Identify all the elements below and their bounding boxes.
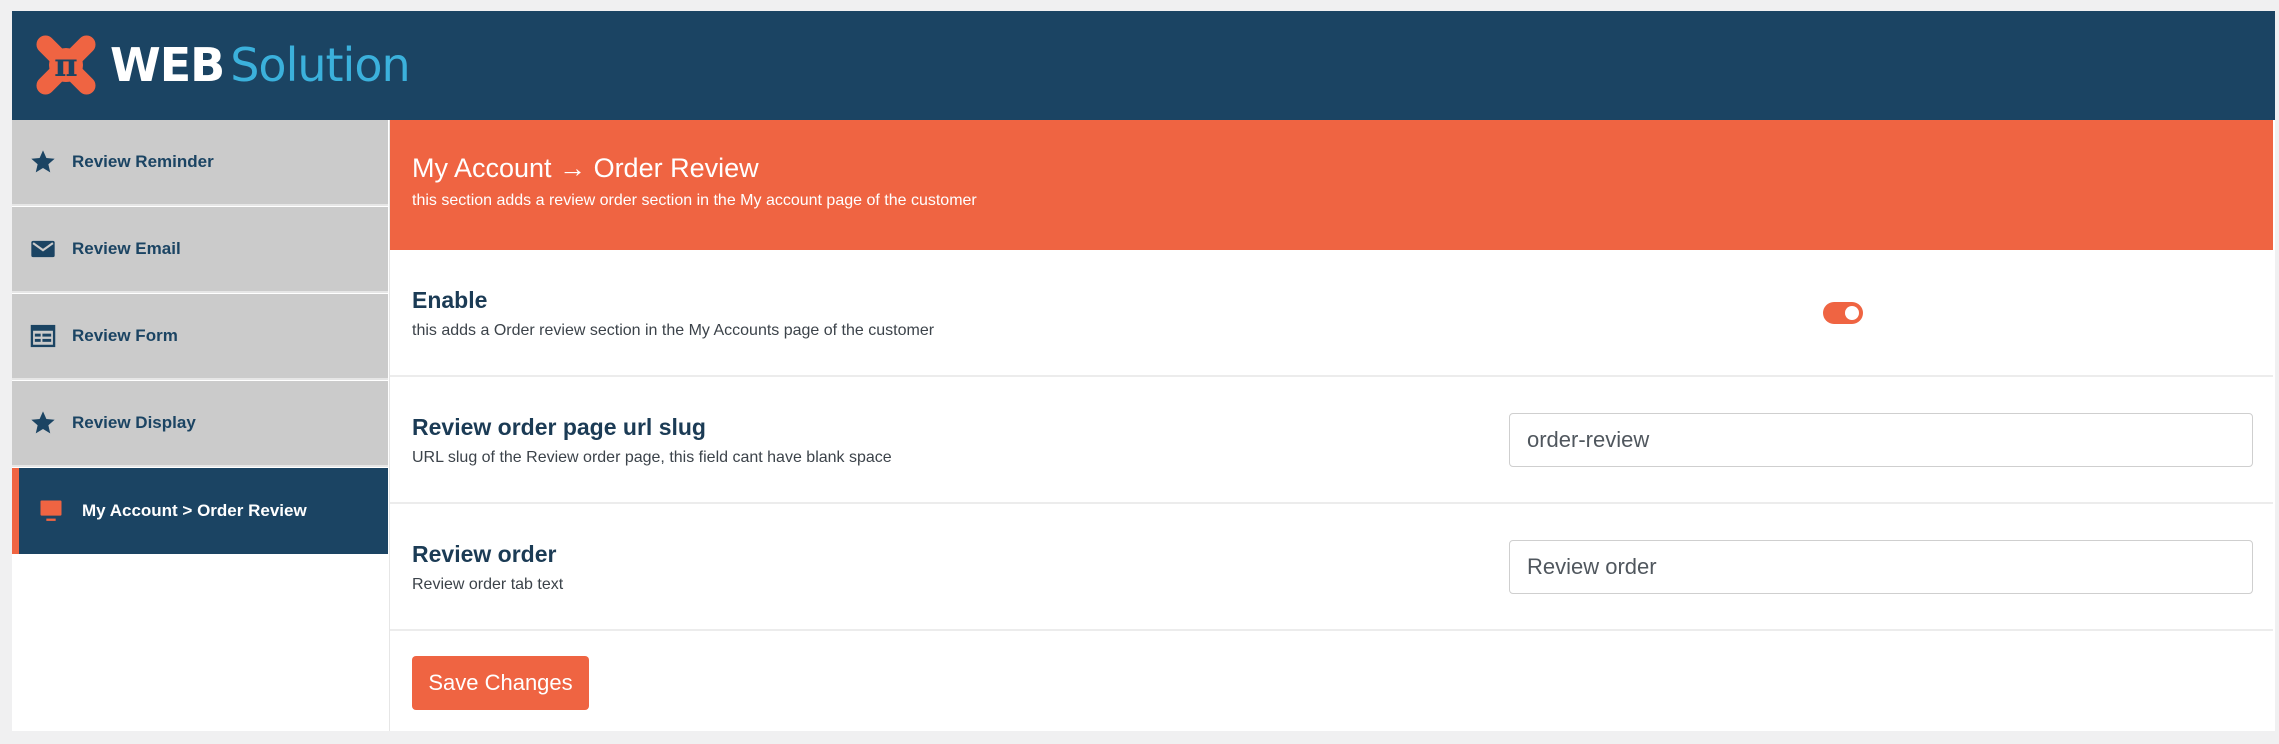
sidebar-item-review-display[interactable]: Review Display (12, 381, 388, 467)
page-subtitle: this section adds a review order section… (412, 192, 977, 209)
star-icon (29, 409, 57, 437)
toggle-knob (1845, 306, 1859, 320)
setting-description: this adds a Order review section in the … (412, 322, 935, 339)
sidebar-item-label: Review Display (72, 413, 196, 432)
svg-text:π: π (54, 46, 77, 84)
sidebar-item-review-form[interactable]: Review Form (12, 294, 388, 380)
setting-row-tab-text: Review order Review order tab text (390, 504, 2273, 631)
star-icon (29, 148, 57, 176)
app-frame: π WEB Solution Review Reminder Review Ema… (12, 11, 2275, 731)
sidebar-item-my-account-order-review[interactable]: My Account > Order Review (12, 468, 388, 554)
envelope-icon (29, 235, 57, 263)
url-slug-input[interactable] (1509, 413, 2253, 467)
page-title: My Account → Order Review (412, 153, 759, 183)
save-changes-button[interactable]: Save Changes (412, 656, 589, 710)
brand-name-solution: Solution (230, 38, 410, 92)
sidebar-item-label: My Account > Order Review (82, 501, 307, 520)
sidebar: Review Reminder Review Email Review Form… (12, 120, 388, 731)
brand-logo: π WEB Solution (26, 25, 411, 105)
main-content: My Account → Order Review this section a… (389, 120, 2273, 731)
sidebar-item-label: Review Email (72, 239, 181, 258)
sidebar-item-review-reminder[interactable]: Review Reminder (12, 120, 388, 206)
section-banner: My Account → Order Review this section a… (390, 120, 2273, 250)
sidebar-item-label: Review Reminder (72, 152, 214, 171)
sidebar-item-review-email[interactable]: Review Email (12, 207, 388, 293)
enable-toggle[interactable] (1823, 302, 1863, 324)
top-header: π WEB Solution (12, 11, 2275, 120)
review-order-tab-input[interactable] (1509, 540, 2253, 594)
sidebar-item-label: Review Form (72, 326, 178, 345)
logo-x-icon: π (36, 35, 96, 95)
setting-row-url-slug: Review order page url slug URL slug of t… (390, 377, 2273, 504)
setting-title: Enable (412, 287, 488, 313)
setting-row-enable: Enable this adds a Order review section … (390, 250, 2273, 377)
monitor-icon (37, 497, 65, 525)
brand-wordmark: WEB Solution (110, 42, 411, 88)
brand-name-web: WEB (110, 38, 225, 92)
form-icon (29, 322, 57, 350)
